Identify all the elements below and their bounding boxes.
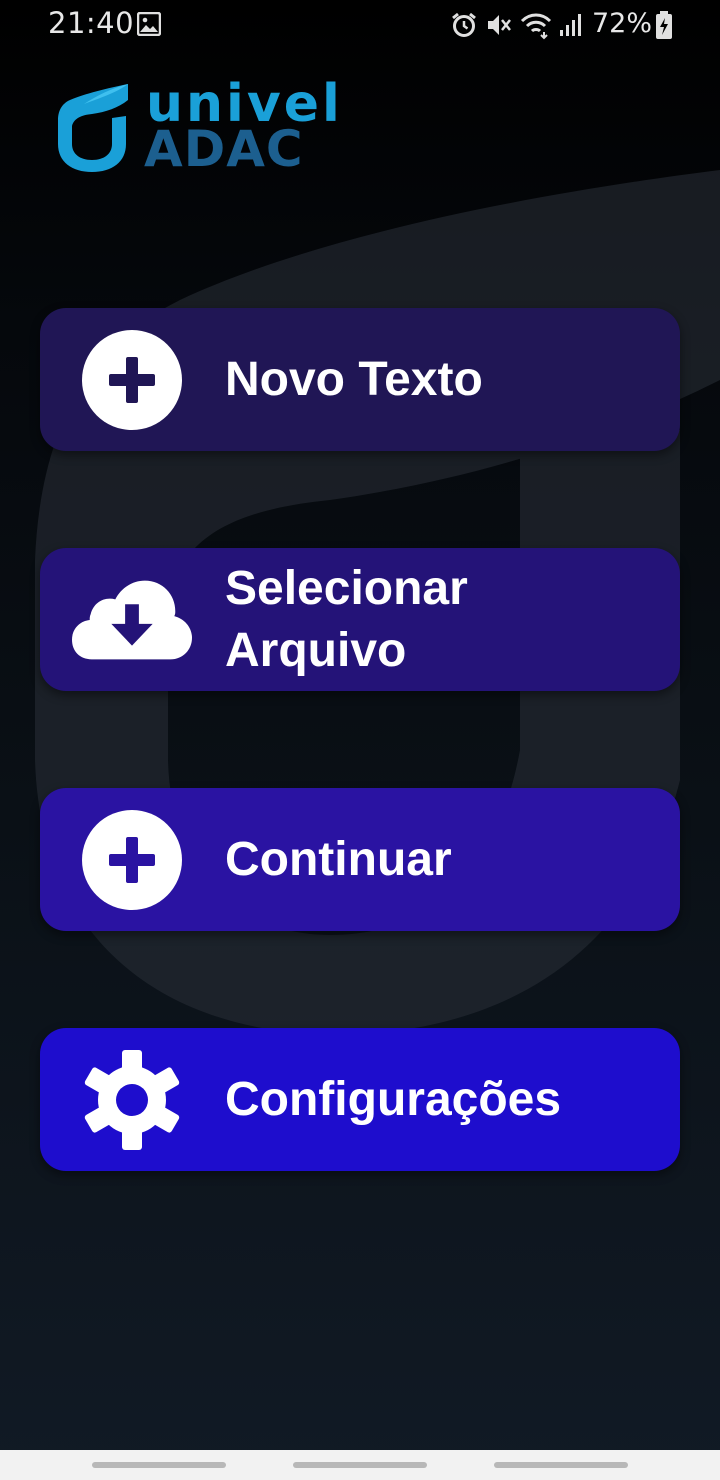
nav-back-button[interactable] [494, 1462, 628, 1468]
mute-icon [488, 15, 511, 35]
novo-texto-button[interactable]: Novo Texto [40, 308, 680, 451]
selecionar-arquivo-button[interactable]: Selecionar Arquivo [40, 548, 680, 691]
gear-icon [72, 1040, 192, 1160]
app-screen: 21:40 72% univel ADAC Novo Texto Selecio… [0, 0, 720, 1480]
novo-texto-label: Novo Texto [225, 352, 483, 406]
background-logo-watermark [35, 170, 720, 1035]
cloud-download-icon [72, 560, 192, 680]
continuar-button[interactable]: Continuar [40, 788, 680, 931]
plus-circle-icon [72, 800, 192, 920]
wifi-icon [520, 13, 552, 40]
selecionar-arquivo-label: Selecionar Arquivo [225, 561, 468, 677]
univel-adac-logo: univel ADAC [56, 78, 340, 182]
battery-charging-icon [656, 11, 672, 39]
nav-recents-button[interactable] [92, 1462, 226, 1468]
continuar-label: Continuar [225, 832, 452, 886]
configuracoes-button[interactable]: Configurações [40, 1028, 680, 1171]
configuracoes-label: Configurações [225, 1072, 562, 1126]
status-time: 21:40 [48, 6, 135, 40]
logo-text-adac: ADAC [144, 120, 304, 178]
logo-mark-icon [58, 84, 128, 172]
plus-circle-icon [72, 320, 192, 440]
nav-home-button[interactable] [293, 1462, 427, 1468]
signal-icon [560, 14, 581, 36]
battery-percent: 72% [592, 8, 653, 39]
status-bar: 21:40 72% [0, 0, 720, 52]
system-navigation-bar [0, 1450, 720, 1480]
alarm-icon [452, 12, 476, 37]
image-icon [137, 12, 161, 36]
